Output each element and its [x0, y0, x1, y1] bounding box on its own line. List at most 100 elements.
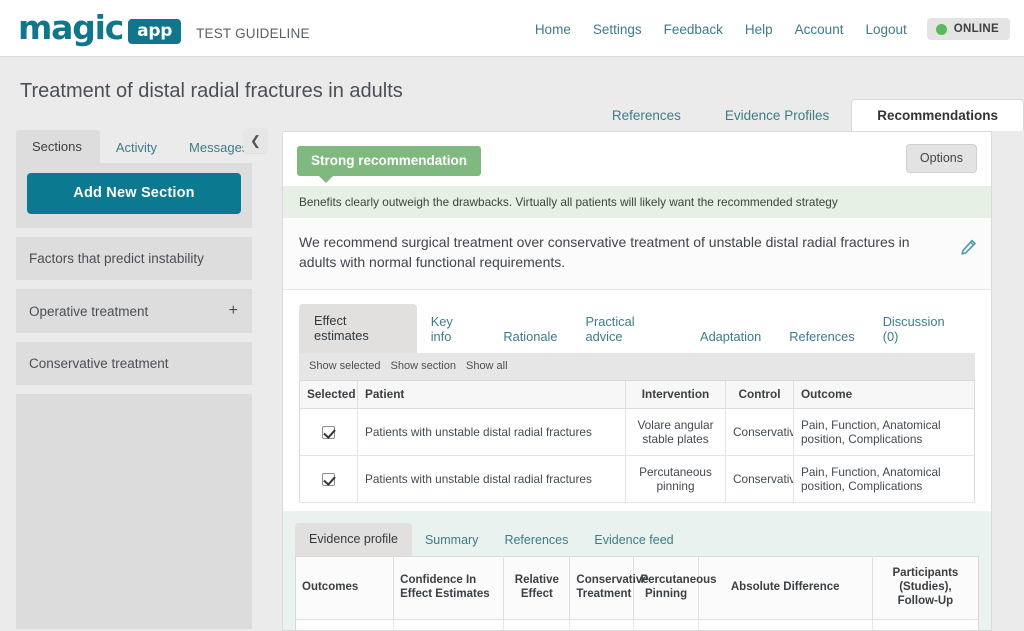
nav-link-feedback[interactable]: Feedback — [664, 22, 723, 37]
cell-intervention: Percutaneous pinning — [626, 455, 726, 502]
sidebar: Sections Activity Messages ❮ Add New Sec… — [16, 131, 252, 629]
brand-logo[interactable]: magic app TEST GUIDELINE — [18, 9, 310, 47]
sidebar-tab-sections[interactable]: Sections — [16, 130, 100, 163]
col-absolute-difference: Absolute Difference — [698, 556, 872, 619]
plus-icon[interactable]: + — [229, 303, 238, 319]
col-patient: Patient — [358, 380, 626, 408]
cell-outcome: Pain, Function, Anatomical position, Com… — [794, 455, 975, 502]
col-selected: Selected — [300, 380, 358, 408]
tab-evidence-feed[interactable]: Evidence feed — [581, 525, 686, 556]
add-new-section-button[interactable]: Add New Section — [27, 173, 241, 214]
show-filter-bar: Show selected Show section Show all — [299, 353, 975, 380]
top-navigation: Home Settings Feedback Help Account Logo… — [535, 18, 1010, 40]
col-conservative-treatment: Conservative Treatment — [570, 556, 634, 619]
recommendation-explanation-strip: Benefits clearly outweigh the drawbacks.… — [283, 186, 991, 218]
pico-table: Selected Patient Intervention Control Ou… — [299, 380, 975, 503]
col-percutaneous-pinning: Percutaneous Pinning — [634, 556, 698, 619]
nav-link-logout[interactable]: Logout — [865, 22, 906, 37]
tab-discussion[interactable]: Discussion (0) — [869, 306, 975, 353]
sidebar-item-label: Factors that predict instability — [29, 251, 204, 266]
sidebar-item-conservative[interactable]: Conservative treatment — [16, 342, 252, 385]
pencil-icon[interactable] — [959, 232, 981, 262]
guideline-tabs: References Evidence Profiles Recommendat… — [590, 99, 1024, 131]
col-participants: Participants (Studies), Follow-Up — [872, 556, 978, 619]
cell-participants: 269 (4 RCT) — [872, 619, 978, 631]
add-section-container: Add New Section — [16, 163, 252, 228]
cell-intervention: Volare angular stable plates — [626, 408, 726, 455]
show-selected-link[interactable]: Show selected — [309, 360, 381, 372]
tab-effect-estimates[interactable]: Effect estimates — [299, 304, 417, 353]
sidebar-item-operative[interactable]: Operative treatment + — [16, 289, 252, 333]
nav-link-help[interactable]: Help — [745, 22, 773, 37]
tab-references[interactable]: References — [590, 101, 703, 131]
tab-recommendations[interactable]: Recommendations — [851, 99, 1024, 132]
brand-subtitle: TEST GUIDELINE — [196, 26, 310, 41]
checkbox-checked-icon[interactable] — [322, 426, 335, 439]
evidence-profile-section: Evidence profile Summary References Evid… — [283, 511, 991, 631]
cell-outcome: Pain, Function, Anatomical position, Com… — [794, 408, 975, 455]
cell-percutaneous-pinning: 13 per 1000 — [634, 619, 698, 631]
cell-patient: Patients with unstable distal radial fra… — [358, 455, 626, 502]
top-header-bar: magic app TEST GUIDELINE Home Settings F… — [0, 0, 1024, 57]
nav-link-settings[interactable]: Settings — [593, 22, 642, 37]
col-relative-effect: Relative Effect — [504, 556, 570, 619]
row-checkbox-cell[interactable] — [300, 455, 358, 502]
table-header-row: Outcomes Confidence In Effect Estimates … — [296, 556, 979, 619]
col-outcomes: Outcomes — [296, 556, 394, 619]
sidebar-item-label: Conservative treatment — [29, 356, 169, 371]
chevron-left-icon[interactable]: ❮ — [243, 128, 268, 153]
col-intervention: Intervention — [626, 380, 726, 408]
strength-badge: Strong recommendation — [297, 146, 481, 176]
sidebar-item-factors[interactable]: Factors that predict instability — [16, 237, 252, 280]
recommendation-statement-row: We recommend surgical treatment over con… — [283, 218, 991, 290]
online-dot-icon — [936, 24, 947, 35]
brand-app-badge: app — [128, 19, 181, 44]
tab-adaptation[interactable]: Adaptation — [686, 321, 775, 353]
recommendation-panel: Strong recommendation Options Benefits c… — [282, 131, 992, 631]
options-button[interactable]: Options — [906, 144, 977, 173]
status-badge-label: ONLINE — [954, 23, 999, 35]
cell-conservative-treatment: 143 per 1000 — [570, 619, 634, 631]
show-section-link[interactable]: Show section — [391, 360, 456, 372]
col-confidence: Confidence In Effect Estimates — [394, 556, 504, 619]
recommendation-statement: We recommend surgical treatment over con… — [299, 232, 959, 273]
page-title: Treatment of distal radial fractures in … — [20, 80, 403, 103]
nav-link-home[interactable]: Home — [535, 22, 571, 37]
table-row[interactable]: Patients with unstable distal radial fra… — [300, 408, 975, 455]
sidebar-tab-activity[interactable]: Activity — [100, 132, 173, 163]
table-header-row: Selected Patient Intervention Control Ou… — [300, 380, 975, 408]
row-checkbox-cell[interactable] — [300, 408, 358, 455]
tab-summary[interactable]: Summary — [412, 525, 491, 556]
table-row[interactable]: Requiring re-dislocation Moderate due to… — [296, 619, 979, 631]
cell-control: Conservative treatment — [726, 455, 794, 502]
checkbox-checked-icon[interactable] — [322, 473, 335, 486]
col-outcome: Outcome — [794, 380, 975, 408]
recommendation-inner-tabs: Effect estimates Key info Rationale Prac… — [299, 304, 975, 353]
evidence-profile-table: Outcomes Confidence In Effect Estimates … — [295, 556, 979, 631]
brand-magic-text: magic — [18, 9, 123, 47]
tab-rationale[interactable]: Rationale — [489, 321, 571, 353]
tab-key-info[interactable]: Key info — [417, 306, 490, 353]
table-row[interactable]: Patients with unstable distal radial fra… — [300, 455, 975, 502]
recommendation-header: Strong recommendation Options — [283, 132, 991, 176]
tab-inner-references[interactable]: References — [775, 321, 868, 353]
effect-estimates-section: Effect estimates Key info Rationale Prac… — [283, 290, 991, 503]
evidence-profile-tabs: Evidence profile Summary References Evid… — [295, 523, 979, 556]
tab-ep-references[interactable]: References — [491, 525, 581, 556]
sidebar-item-label: Operative treatment — [29, 304, 148, 319]
cell-relative-effect: RR 0.09 (CI 0.02 - 0.37) — [504, 619, 570, 631]
sidebar-empty-panel — [16, 394, 252, 629]
status-badge[interactable]: ONLINE — [927, 18, 1010, 40]
right-gutter — [992, 131, 1024, 614]
nav-link-account[interactable]: Account — [795, 22, 844, 37]
show-all-link[interactable]: Show all — [466, 360, 508, 372]
tab-practical-advice[interactable]: Practical advice — [571, 306, 686, 353]
cell-confidence: Moderate due to the risk of bias (system… — [394, 619, 504, 631]
cell-control: Conservative treatment — [726, 408, 794, 455]
tab-evidence-profiles[interactable]: Evidence Profiles — [703, 101, 851, 131]
cell-patient: Patients with unstable distal radial fra… — [358, 408, 626, 455]
sidebar-tabs: Sections Activity Messages ❮ — [16, 131, 252, 163]
col-control: Control — [726, 380, 794, 408]
cell-outcome-name: Requiring re-dislocation — [296, 619, 394, 631]
tab-evidence-profile[interactable]: Evidence profile — [295, 523, 412, 556]
